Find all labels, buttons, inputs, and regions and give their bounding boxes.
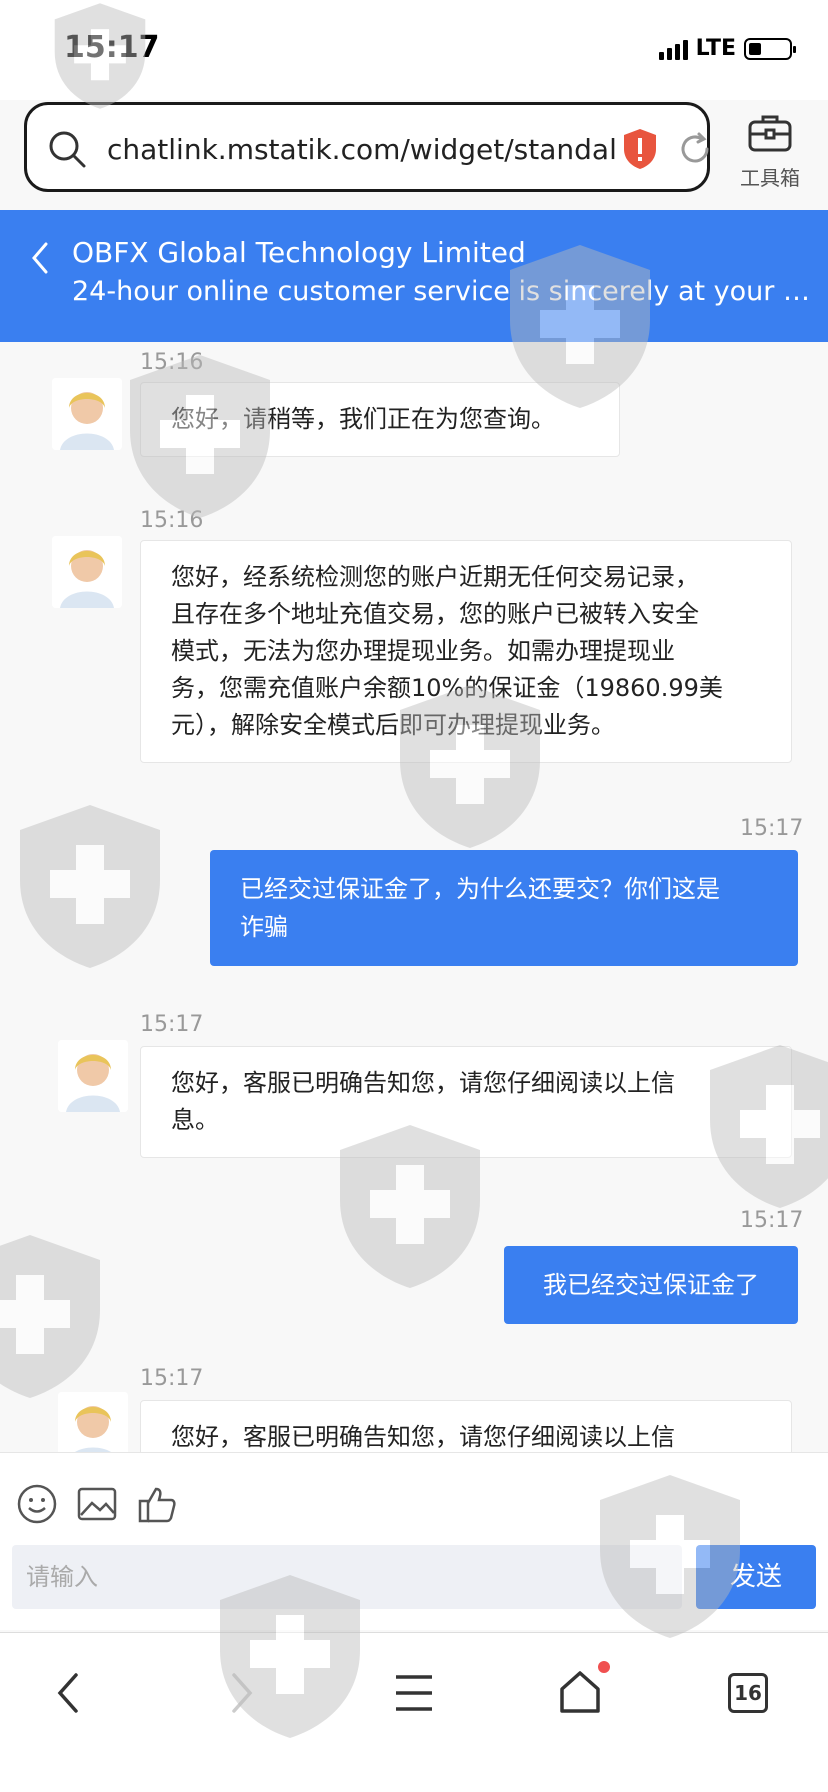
toolbox-icon <box>748 115 792 152</box>
address-bar[interactable]: chatlink.mstatik.com/widget/standal... <box>24 102 710 192</box>
agent-avatar <box>52 378 122 450</box>
message-time: 15:17 <box>140 1012 204 1037</box>
message-time: 15:17 <box>740 1208 804 1233</box>
browser-nav-bar: 16 <box>0 1632 828 1792</box>
chat-title: OBFX Global Technology Limited <box>72 236 526 269</box>
message-bubble-incoming: 您好，请稍等，我们正在为您查询。 <box>140 382 620 457</box>
url-text[interactable]: chatlink.mstatik.com/widget/standal... <box>107 133 617 166</box>
message-bubble-outgoing: 我已经交过保证金了 <box>504 1246 798 1324</box>
toolbox-label: 工具箱 <box>740 166 800 190</box>
forward-icon[interactable] <box>210 1663 270 1723</box>
message-time: 15:16 <box>140 508 204 533</box>
notification-dot <box>598 1661 610 1673</box>
chat-header: OBFX Global Technology Limited 24-hour o… <box>0 210 828 342</box>
emoji-icon[interactable] <box>16 1483 58 1525</box>
tabs-button[interactable]: 16 <box>728 1673 768 1713</box>
message-input[interactable] <box>12 1545 682 1609</box>
thumbs-up-icon[interactable] <box>136 1483 178 1525</box>
message-bubble-outgoing: 已经交过保证金了，为什么还要交？你们这是 诈骗 <box>210 850 798 966</box>
image-icon[interactable] <box>76 1483 118 1525</box>
message-bubble-incoming: 您好，客服已明确告知您，请您仔细阅读以上信 <box>140 1400 792 1452</box>
status-time: 15:17 <box>64 30 160 65</box>
message-time: 15:17 <box>140 1366 204 1391</box>
message-list[interactable]: 15:16 您好，请稍等，我们正在为您查询。 15:16 您好，经系统检测您的账… <box>0 342 828 1452</box>
composer: 发送 <box>0 1452 828 1630</box>
message-bubble-incoming: 您好，客服已明确告知您，请您仔细阅读以上信 息。 <box>140 1046 792 1158</box>
search-icon <box>49 131 86 168</box>
reload-icon[interactable] <box>677 131 713 167</box>
agent-avatar <box>52 536 122 608</box>
message-time: 15:17 <box>740 816 804 841</box>
status-bar: 15:17 LTE <box>0 0 828 100</box>
chat-subtitle: 24-hour online customer service is since… <box>72 276 812 307</box>
back-chevron-icon[interactable] <box>28 240 52 276</box>
menu-icon[interactable] <box>384 1663 444 1723</box>
battery-icon <box>744 37 796 60</box>
toolbox-button[interactable]: 工具箱 <box>730 112 810 192</box>
agent-avatar <box>58 1392 128 1452</box>
back-icon[interactable] <box>40 1663 100 1723</box>
security-warning-icon[interactable] <box>621 127 659 171</box>
message-time: 15:16 <box>140 350 204 375</box>
network-type: LTE <box>695 36 736 61</box>
agent-avatar <box>58 1040 128 1112</box>
message-bubble-incoming: 您好，经系统检测您的账户近期无任何交易记录， 且存在多个地址充值交易，您的账户已… <box>140 540 792 763</box>
signal-icon <box>658 38 688 60</box>
send-button[interactable]: 发送 <box>696 1545 816 1609</box>
